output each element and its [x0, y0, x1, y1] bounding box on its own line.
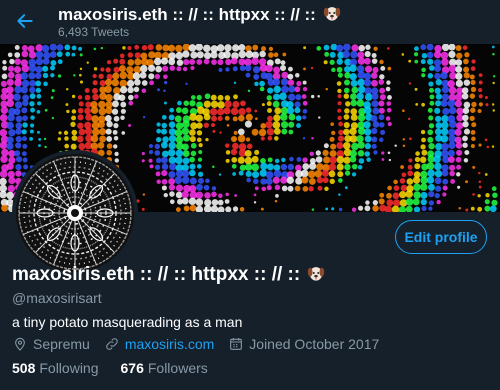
joined-date: Joined October 2017 [249, 336, 380, 352]
location-text: Sepremu [33, 336, 90, 352]
calendar-icon [230, 338, 243, 350]
user-handle: @maxosirisart [12, 290, 102, 306]
tweet-count: 6,493 Tweets [58, 25, 130, 39]
following-label: Following [39, 360, 99, 376]
dog-face-icon [308, 267, 325, 281]
followers-link[interactable]: 676 Followers [121, 360, 208, 376]
location-pin-icon [15, 337, 25, 351]
website-link[interactable]: maxosiris.com [125, 336, 214, 352]
following-count: 508 [12, 360, 36, 376]
back-button[interactable] [10, 6, 40, 36]
profile-meta: Sepremu maxosiris.com Joined October 201… [12, 336, 393, 352]
joined-item: Joined October 2017 [228, 336, 379, 352]
link-icon [106, 338, 118, 350]
avatar-image [16, 154, 134, 272]
arrow-left-icon [17, 14, 33, 28]
website-item: maxosiris.com [104, 336, 214, 352]
header-title: maxosiris.eth :: // :: httpxx :: // :: [58, 4, 341, 25]
user-bio: a tiny potato masquerading as a man [12, 314, 243, 330]
location-item: Sepremu [12, 336, 90, 352]
followers-count: 676 [120, 360, 144, 376]
edit-profile-button[interactable]: Edit profile [395, 220, 487, 254]
avatar[interactable] [12, 150, 138, 276]
following-link[interactable]: 508 Following [12, 360, 99, 376]
dog-face-icon [323, 7, 340, 21]
follow-counts: 508 Following 676 Followers [12, 360, 230, 376]
top-header: maxosiris.eth :: // :: httpxx :: // :: 6… [0, 0, 500, 44]
followers-label: Followers [147, 360, 208, 376]
display-name: maxosiris.eth :: // :: httpxx :: // :: [12, 264, 325, 286]
